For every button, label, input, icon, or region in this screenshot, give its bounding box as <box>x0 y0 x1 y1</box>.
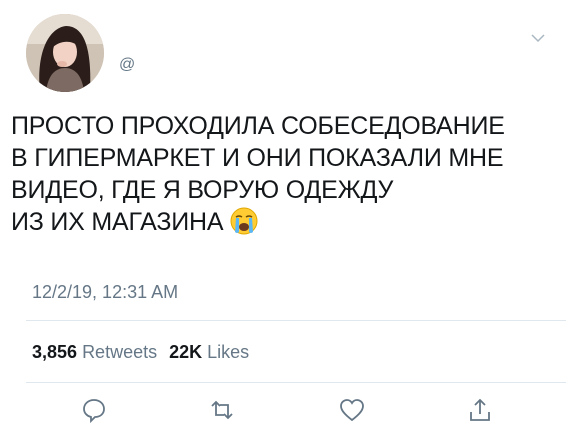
tweet-text: ПРОСТО ПРОХОДИЛА СОБЕСЕДОВАНИЕ В ГИПЕРМА… <box>11 110 571 238</box>
tweet-text-line: ВИДЕО, ГДЕ Я ВОРУЮ ОДЕЖДУ <box>11 176 394 204</box>
likes-count: 22K <box>169 342 203 362</box>
tweet-text-line: ПРОСТО ПРОХОДИЛА СОБЕСЕДОВАНИЕ <box>11 112 505 140</box>
divider <box>26 382 566 383</box>
tweet-stats: 3,856 Retweets 22K Likes <box>32 342 249 363</box>
avatar[interactable] <box>26 14 104 92</box>
likes-stat[interactable]: 22K Likes <box>169 342 249 362</box>
heart-icon[interactable] <box>338 396 366 424</box>
tweet-text-line: ИЗ ИХ МАГАЗИНА <box>11 206 571 238</box>
reply-icon[interactable] <box>80 396 108 424</box>
retweet-icon[interactable] <box>208 396 236 424</box>
tweet-timestamp[interactable]: 12/2/19, 12:31 AM <box>32 282 178 303</box>
retweets-stat[interactable]: 3,856 Retweets <box>32 342 157 362</box>
tweet-text-line: В ГИПЕРМАРКЕТ И ОНИ ПОКАЗАЛИ МНЕ <box>11 144 504 172</box>
share-icon[interactable] <box>466 396 494 424</box>
chevron-down-icon[interactable] <box>531 33 545 43</box>
likes-label: Likes <box>207 342 250 362</box>
loudly-crying-face-icon <box>229 206 259 236</box>
retweets-label: Retweets <box>82 342 158 362</box>
user-handle[interactable]: @ <box>119 56 135 74</box>
tweet-text-last: ИЗ ИХ МАГАЗИНА <box>11 208 224 236</box>
retweets-count: 3,856 <box>32 342 78 362</box>
divider <box>26 320 566 321</box>
avatar-photo <box>26 14 104 92</box>
